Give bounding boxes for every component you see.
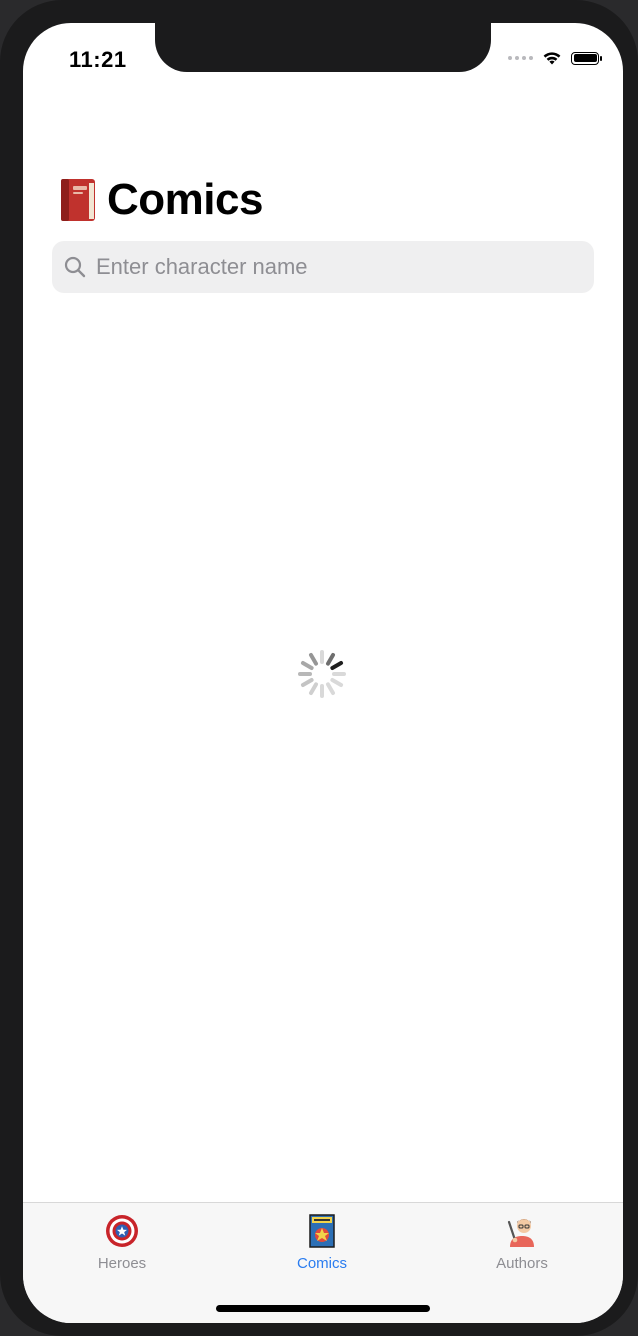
screen: 11:21 Comics Enter character name Heroes…: [23, 23, 623, 1323]
shield-icon: [106, 1215, 138, 1247]
home-indicator[interactable]: [216, 1305, 430, 1312]
page-title: Comics: [107, 175, 263, 224]
search-bar[interactable]: [52, 241, 594, 293]
tab-heroes[interactable]: Heroes: [62, 1213, 182, 1272]
notch: [155, 23, 491, 72]
phone-frame: 11:21 Comics Enter character name Heroes…: [0, 0, 638, 1336]
page-header: Comics: [59, 175, 263, 225]
status-icons: [508, 50, 602, 66]
wifi-icon: [543, 52, 561, 65]
cellular-signal-icon: [508, 56, 533, 60]
tab-label: Comics: [296, 1255, 347, 1272]
battery-icon: [571, 51, 602, 65]
status-time: 11:21: [69, 47, 127, 72]
closed-book-icon: [61, 179, 95, 221]
search-input[interactable]: [94, 253, 568, 281]
search-icon: [64, 256, 86, 278]
activity-spinner-icon: [298, 650, 346, 698]
tab-label: Heroes: [97, 1255, 147, 1272]
author-icon: [507, 1219, 534, 1247]
tab-authors[interactable]: Authors: [462, 1213, 582, 1272]
comic-book-icon: [309, 1214, 335, 1248]
tab-label: Authors: [496, 1255, 548, 1272]
tab-comics[interactable]: Comics: [262, 1213, 382, 1272]
